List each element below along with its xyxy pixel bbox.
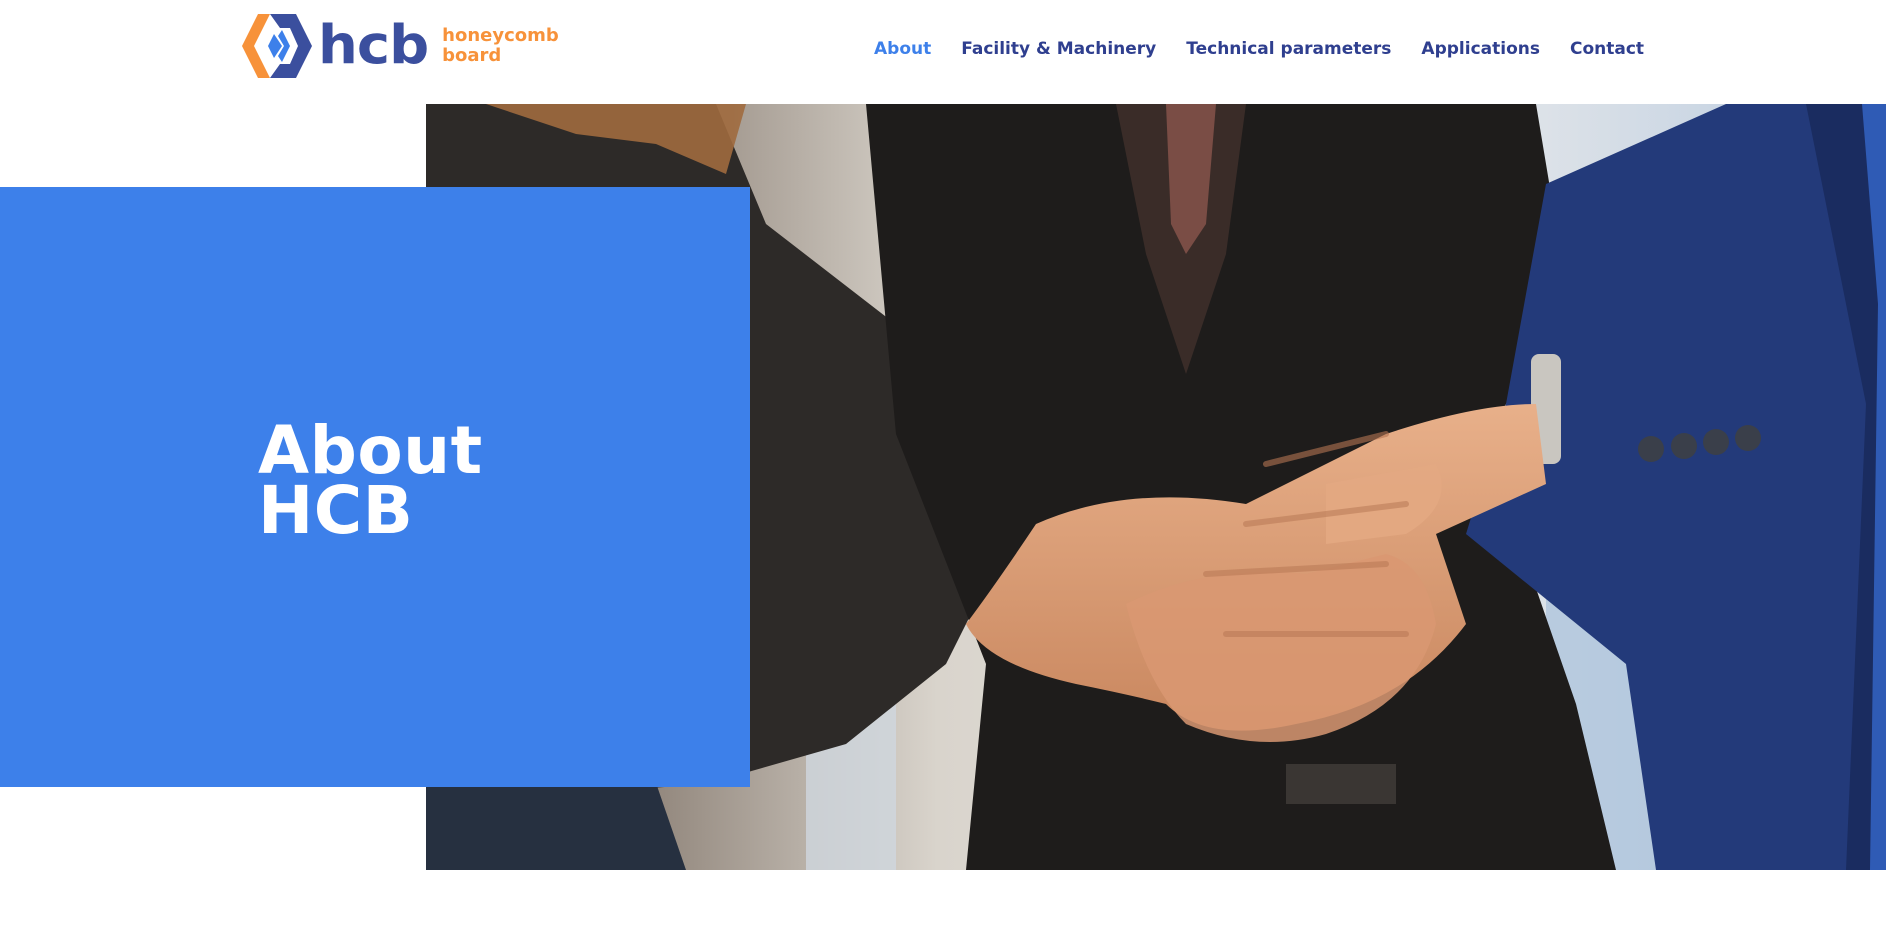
hexagon-logo-icon xyxy=(242,14,312,78)
logo-tagline-line2: board xyxy=(442,45,502,66)
page-title: About HCB xyxy=(258,418,483,549)
site-header: hcb honeycomb board About Facility & Mac… xyxy=(0,0,1886,104)
logo-tagline: honeycomb board xyxy=(442,26,559,66)
page: hcb honeycomb board About Facility & Mac… xyxy=(0,0,1886,951)
nav-item-facility-machinery[interactable]: Facility & Machinery xyxy=(961,38,1156,60)
hero-title-panel: About HCB xyxy=(0,187,750,787)
nav-item-contact[interactable]: Contact xyxy=(1570,38,1644,60)
logo-tagline-line1: honeycomb xyxy=(442,25,559,46)
main-nav: About Facility & Machinery Technical par… xyxy=(874,38,1674,60)
page-title-line2: HCB xyxy=(258,472,414,549)
logo-link[interactable]: hcb honeycomb board xyxy=(240,14,559,78)
nav-item-about[interactable]: About xyxy=(874,38,931,60)
nav-item-applications[interactable]: Applications xyxy=(1421,38,1540,60)
logo-wordmark: hcb xyxy=(318,14,429,77)
nav-item-technical-parameters[interactable]: Technical parameters xyxy=(1186,38,1391,60)
